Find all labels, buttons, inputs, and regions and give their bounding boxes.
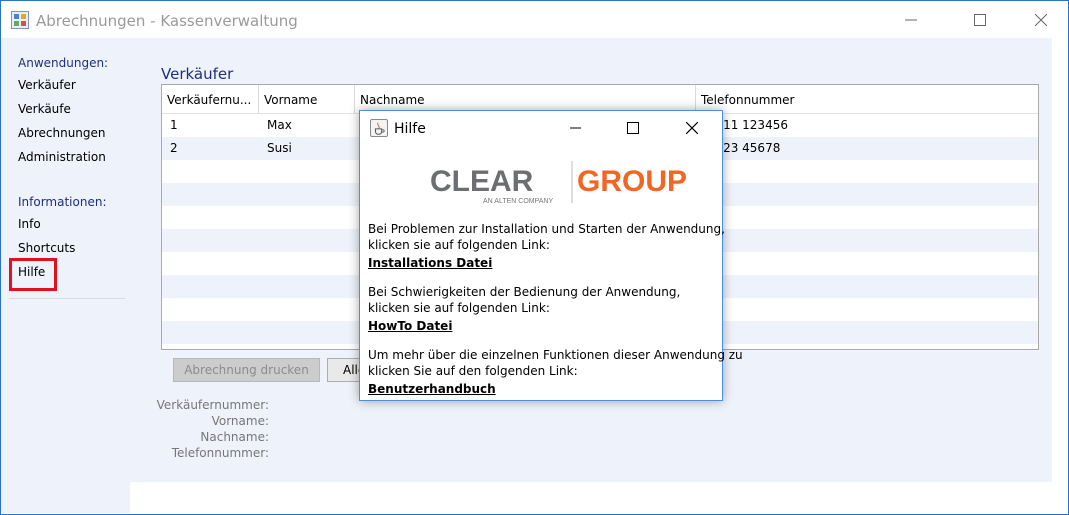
sidebar-item-info[interactable]: Info — [18, 217, 41, 231]
column-header-telefon[interactable]: Telefonnummer — [696, 85, 1038, 114]
sidebar-heading-info: Informationen: — [18, 195, 107, 209]
java-cup-icon — [370, 119, 388, 137]
help-text: Um mehr über die einzelnen Funktionen di… — [368, 348, 743, 362]
cell-nr: 1 — [170, 118, 178, 132]
column-header-vorname[interactable]: Vorname — [259, 85, 355, 114]
close-button[interactable] — [1018, 1, 1064, 39]
dialog-title: Hilfe — [394, 121, 426, 137]
clear-group-logo: CLEAR GROUP AN ALTEN COMPANY — [430, 161, 687, 205]
sidebar-item-verkaeufe[interactable]: Verkäufe — [18, 102, 71, 116]
minimize-icon — [570, 127, 581, 129]
sidebar-divider — [9, 298, 125, 299]
cell-vorname: Max — [267, 118, 292, 132]
section-title: Verkäufer — [161, 65, 234, 83]
sidebar-item-verkaeufer[interactable]: Verkäufer — [18, 78, 76, 92]
logo-group-text: GROUP — [577, 165, 687, 198]
howto-file-link[interactable]: HowTo Datei — [368, 319, 452, 333]
sidebar-heading-apps: Anwendungen: — [18, 56, 109, 70]
logo-tagline: AN ALTEN COMPANY — [483, 198, 553, 205]
installation-file-link[interactable]: Installations Datei — [368, 256, 492, 270]
detail-label-telefon: Telefonnummer: — [171, 446, 269, 460]
content-footer — [130, 482, 1067, 513]
detail-label-nachname: Nachname: — [200, 430, 269, 444]
app-icon — [11, 11, 29, 29]
sidebar: Anwendungen: Verkäufer Verkäufe Abrechnu… — [1, 38, 130, 513]
help-text: Bei Schwierigkeiten der Bedienung der An… — [368, 285, 681, 299]
column-header-nr[interactable]: Verkäufernu... — [162, 85, 259, 114]
print-invoice-button[interactable]: Abrechnung drucken — [173, 358, 320, 382]
detail-label-nr: Verkäufernummer: — [156, 398, 269, 412]
right-edge — [1052, 38, 1067, 482]
maximize-icon — [974, 14, 986, 26]
cell-vorname: Susi — [267, 141, 292, 155]
maximize-button[interactable] — [957, 1, 1003, 39]
help-text: klicken Sie auf den folgenden Link: — [368, 364, 578, 378]
close-icon — [686, 122, 698, 134]
maximize-icon — [627, 122, 639, 134]
user-manual-link[interactable]: Benutzerhandbuch — [368, 382, 496, 396]
cell-nr: 2 — [170, 141, 178, 155]
sidebar-item-shortcuts[interactable]: Shortcuts — [18, 241, 75, 255]
dialog-close-button[interactable] — [669, 111, 715, 145]
detail-label-vorname: Vorname: — [211, 414, 269, 428]
help-text: Bei Problemen zur Installation und Start… — [368, 222, 725, 236]
sidebar-item-administration[interactable]: Administration — [18, 150, 106, 164]
window-title: Abrechnungen - Kassenverwaltung — [36, 12, 298, 30]
help-dialog: Hilfe CLEAR GROUP AN ALTEN COMPANY Bei P… — [359, 110, 743, 401]
sidebar-item-hilfe[interactable]: Hilfe — [18, 265, 45, 279]
title-bar[interactable]: Abrechnungen - Kassenverwaltung — [1, 1, 1068, 39]
logo-clear-text: CLEAR — [430, 165, 534, 198]
minimize-icon — [905, 19, 917, 21]
help-text: klicken sie auf folgenden Link: — [368, 238, 550, 252]
dialog-minimize-button[interactable] — [553, 111, 599, 145]
help-text: klicken sie auf folgenden Link: — [368, 301, 550, 315]
dialog-maximize-button[interactable] — [610, 111, 656, 145]
close-icon — [1035, 14, 1047, 26]
sidebar-item-abrechnungen[interactable]: Abrechnungen — [18, 126, 106, 140]
dialog-title-bar[interactable]: Hilfe — [360, 111, 722, 145]
minimize-button[interactable] — [888, 1, 934, 39]
